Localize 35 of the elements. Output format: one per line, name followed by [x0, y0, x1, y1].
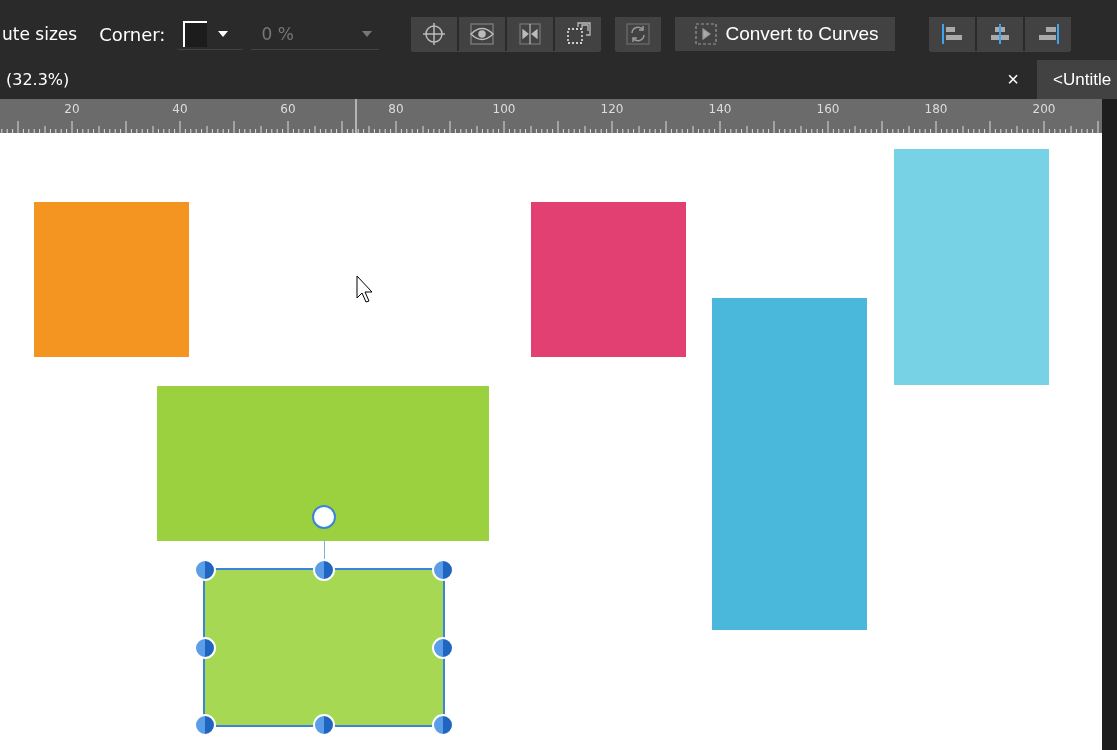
resize-handle[interactable] — [194, 714, 216, 736]
caret-icon[interactable] — [361, 29, 374, 38]
close-tab-button[interactable]: × — [1003, 68, 1023, 91]
refresh-icon[interactable] — [615, 16, 662, 51]
align-right-icon[interactable] — [1024, 16, 1071, 51]
ruler-label: 140 — [708, 102, 732, 116]
resize-handle[interactable] — [432, 714, 454, 736]
corner-label: Corner: — [99, 23, 166, 45]
ruler-label: 80 — [388, 102, 404, 116]
ruler-label: 200 — [1032, 102, 1056, 116]
ruler-label: 160 — [816, 102, 840, 116]
resize-handle[interactable] — [432, 559, 454, 581]
ruler-label: 120 — [600, 102, 624, 116]
align-center-icon[interactable] — [976, 16, 1023, 51]
zoom-level: (32.3%) — [6, 70, 70, 89]
resize-handle[interactable] — [313, 714, 335, 736]
ruler-label: 100 — [492, 102, 516, 116]
transform-icon[interactable] — [555, 16, 602, 51]
eye-icon[interactable] — [459, 16, 506, 51]
caret-icon — [217, 29, 230, 38]
convert-to-curves-button[interactable]: Convert to Curves — [675, 17, 895, 51]
flip-icon[interactable] — [507, 16, 554, 51]
mouse-pointer-icon — [356, 275, 376, 305]
align-left-icon[interactable] — [928, 16, 975, 51]
ruler-label: 20 — [64, 102, 80, 116]
document-tab[interactable]: <Untitle — [1037, 60, 1117, 99]
ruler-label: 40 — [172, 102, 188, 116]
ruler-label: 60 — [280, 102, 296, 116]
curve-play-icon — [693, 21, 720, 47]
size-label: ute sizes — [2, 24, 78, 44]
resize-handle[interactable] — [194, 636, 216, 659]
crosshair-icon[interactable] — [411, 16, 458, 51]
resize-handle[interactable] — [313, 559, 335, 581]
ruler-label: 180 — [924, 102, 948, 116]
resize-handle[interactable] — [194, 559, 216, 581]
